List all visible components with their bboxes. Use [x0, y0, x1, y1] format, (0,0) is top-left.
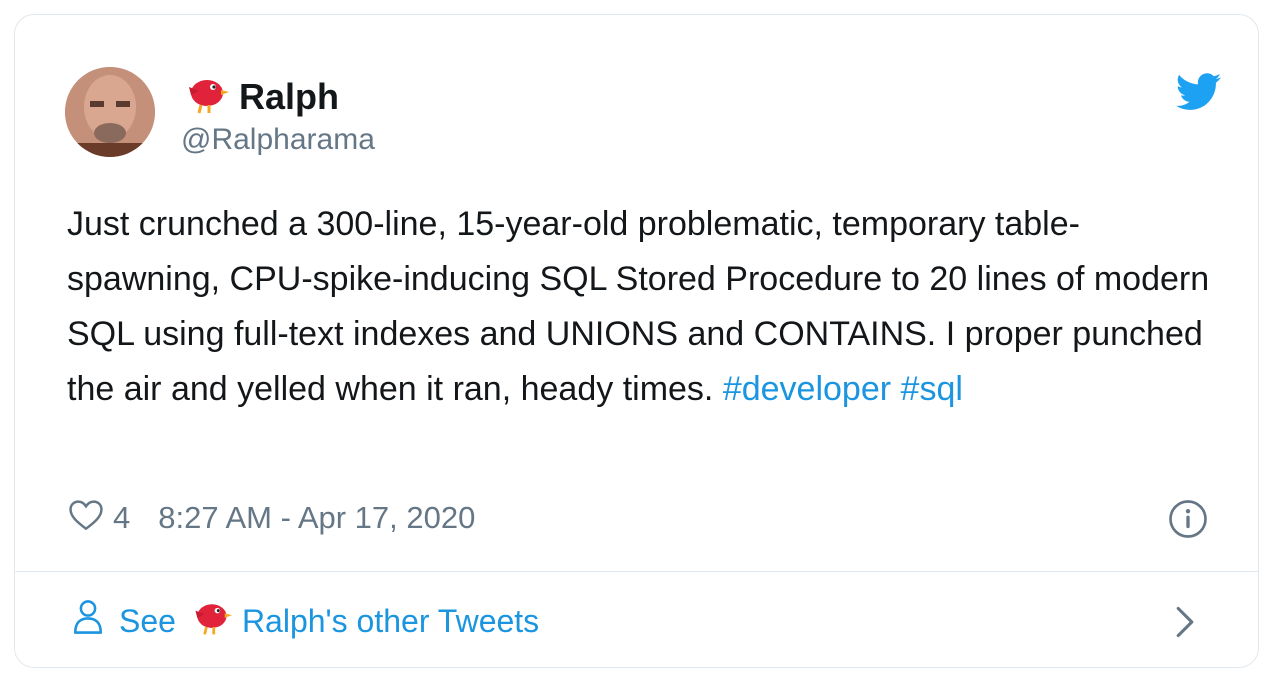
hashtag-developer[interactable]: #developer: [723, 370, 891, 408]
author-handle[interactable]: @Ralpharama: [181, 123, 375, 157]
footer-divider: [15, 571, 1258, 572]
author-avatar[interactable]: [65, 67, 155, 157]
tweet-text: Just crunched a 300-line, 15-year-old pr…: [67, 197, 1227, 417]
tweet-timestamp[interactable]: 8:27 AM - Apr 17, 2020: [158, 500, 475, 536]
like-count: 4: [113, 500, 131, 535]
author-name[interactable]: Ralph: [239, 76, 339, 118]
see-label: See: [119, 602, 176, 639]
tweet-card: Ralph @Ralpharama Just crunched a 300-li…: [14, 14, 1259, 668]
tweet-body: Just crunched a 300-line, 15-year-old pr…: [67, 205, 1210, 408]
person-icon: [71, 598, 105, 644]
twitter-bird-icon[interactable]: [1175, 73, 1222, 116]
other-tweets-label: Ralph's other Tweets: [241, 602, 540, 639]
hashtag-sql[interactable]: #sql: [901, 370, 963, 408]
bird-emoji-icon: [183, 73, 229, 120]
heart-icon[interactable]: [67, 497, 105, 539]
author-name-row[interactable]: Ralph: [183, 73, 339, 120]
bird-emoji-icon: [190, 597, 232, 645]
see-other-tweets-link[interactable]: See Ralph's other Tweets: [71, 597, 539, 645]
tweet-meta: 4 8:27 AM - Apr 17, 2020: [67, 497, 475, 539]
chevron-right-icon[interactable]: [1174, 605, 1196, 644]
info-icon[interactable]: [1168, 499, 1208, 544]
